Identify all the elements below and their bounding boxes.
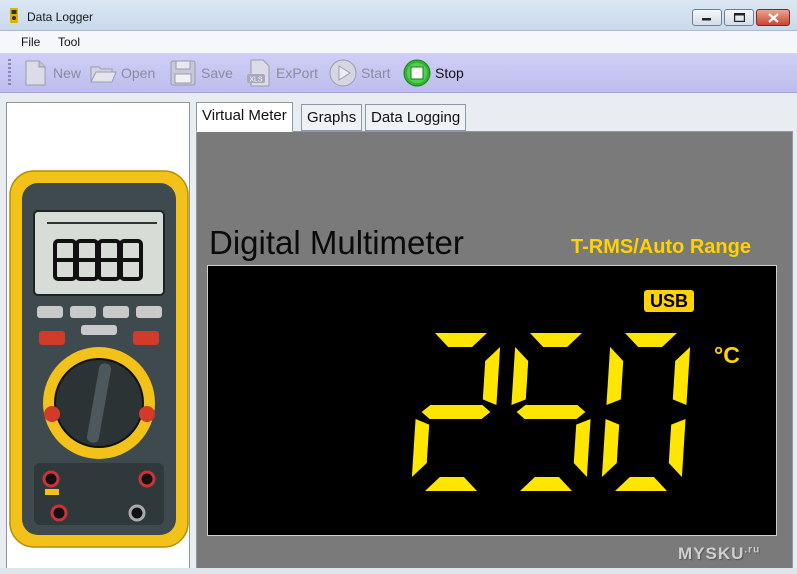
start-button[interactable]: Start: [328, 57, 391, 89]
maximize-icon: [725, 10, 753, 25]
menu-file[interactable]: File: [21, 35, 40, 49]
toolbar: New Open Save XLS ExPort Start Stop: [0, 53, 797, 93]
close-button[interactable]: [756, 9, 790, 26]
new-button[interactable]: New: [20, 57, 81, 89]
digit-2-segment-c: [668, 419, 686, 477]
watermark: MYSKU.ru: [678, 544, 760, 564]
status-strip: [0, 568, 797, 574]
watermark-suffix: .ru: [744, 544, 761, 556]
minimize-button[interactable]: [692, 9, 722, 26]
digit-0-segment-a: [435, 333, 487, 347]
open-folder-icon: [90, 66, 117, 83]
title-bar: Data Logger: [0, 0, 797, 31]
new-document-icon: [25, 60, 46, 86]
open-button[interactable]: Open: [88, 57, 155, 89]
device-panel: [6, 102, 190, 574]
digit-0-segment-b: [482, 347, 501, 405]
open-label: Open: [121, 65, 156, 81]
svg-text:XLS: XLS: [249, 77, 263, 84]
digit-0-segment-d: [425, 477, 477, 491]
save-button[interactable]: Save: [168, 57, 233, 89]
tab-virtual-meter[interactable]: Virtual Meter: [196, 102, 293, 132]
export-button[interactable]: XLS ExPort: [243, 57, 318, 89]
close-icon: [757, 10, 789, 25]
window-title: Data Logger: [27, 10, 94, 24]
menu-tool[interactable]: Tool: [58, 35, 80, 49]
tab-graphs[interactable]: Graphs: [301, 104, 363, 131]
meter-subtitle: T-RMS/Auto Range: [571, 236, 751, 258]
multimeter-device-image: [9, 170, 189, 548]
digit-2-segment-d: [615, 477, 667, 491]
digit-0-segment-g: [421, 405, 491, 419]
toolbar-grip[interactable]: [8, 59, 11, 87]
reading-digits: [411, 333, 691, 491]
virtual-meter-panel: Digital Multimeter T-RMS/Auto Range USB …: [196, 131, 793, 574]
play-icon: [329, 59, 357, 87]
save-label: Save: [201, 65, 233, 81]
digit-2-segment-a: [625, 333, 677, 347]
digit-1-segment-c: [573, 419, 591, 477]
digit-2-segment-b: [672, 347, 691, 405]
tab-data-logging[interactable]: Data Logging: [365, 104, 467, 131]
stop-icon: [403, 59, 431, 87]
watermark-text: MYSKU: [678, 544, 745, 563]
new-label: New: [53, 65, 82, 81]
digit-1-segment-d: [520, 477, 572, 491]
export-label: ExPort: [276, 65, 319, 81]
digit-2-segment-f: [606, 347, 624, 405]
stop-label: Stop: [435, 65, 464, 81]
minimize-icon: [693, 10, 721, 25]
export-xls-icon: XLS: [247, 59, 270, 87]
digit-2-segment-e: [601, 419, 620, 477]
digit-1-segment-f: [511, 347, 529, 405]
floppy-disk-icon: [170, 60, 196, 86]
digit-1-segment-g: [516, 405, 586, 419]
stop-button[interactable]: Stop: [402, 57, 464, 89]
meter-title: Digital Multimeter: [209, 224, 464, 261]
start-label: Start: [361, 65, 391, 81]
usb-badge: USB: [644, 290, 694, 312]
maximize-button[interactable]: [724, 9, 754, 26]
digit-1-segment-a: [530, 333, 582, 347]
menu-bar: File Tool: [0, 31, 797, 53]
digit-0-segment-e: [411, 419, 430, 477]
reading-unit: °C: [714, 342, 740, 368]
app-icon: [10, 8, 18, 23]
meter-display: USB °C: [207, 265, 777, 536]
